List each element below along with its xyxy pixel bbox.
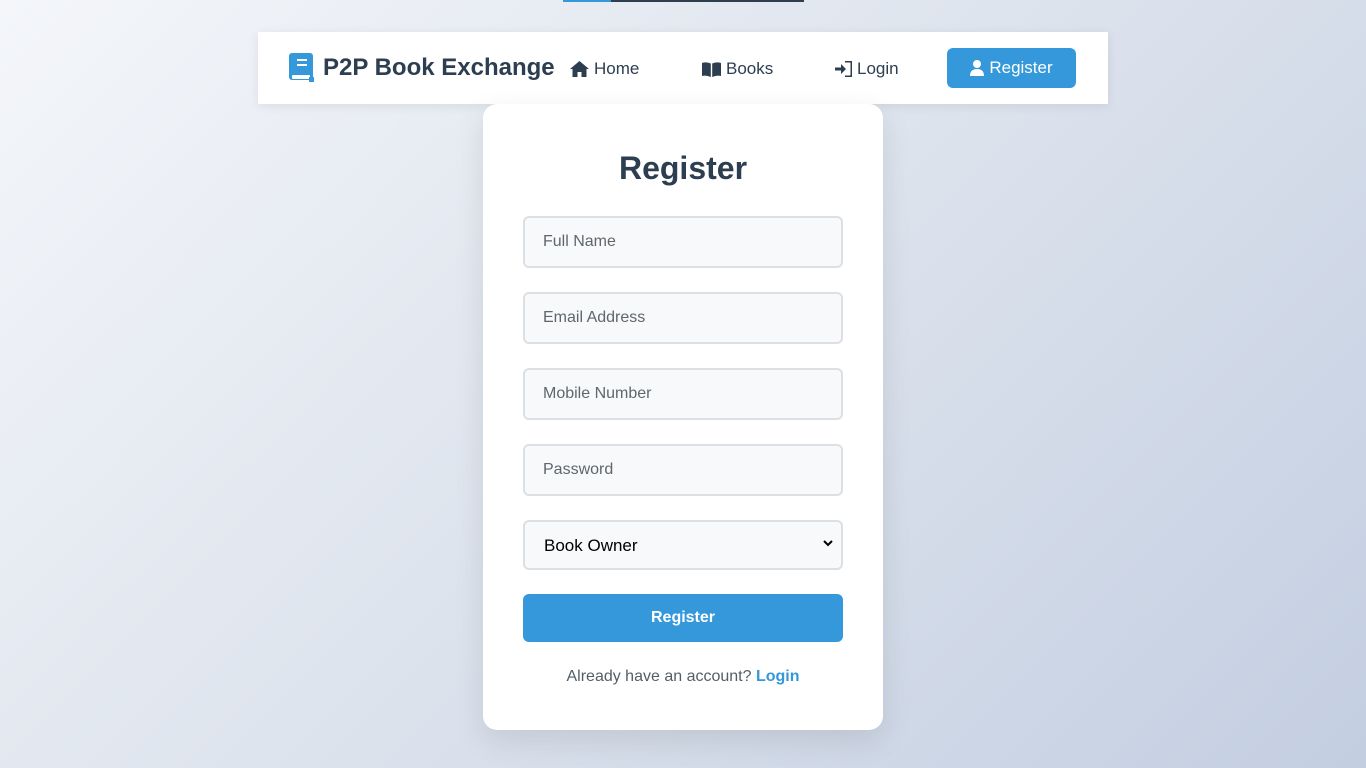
register-card: Register Book Owner Register Already hav… — [483, 104, 883, 730]
nav-books-label: Books — [726, 59, 774, 78]
page-progress-bar — [563, 0, 804, 2]
book-icon — [289, 53, 314, 82]
page-progress-fill — [563, 0, 612, 2]
nav-home-label: Home — [594, 59, 640, 78]
login-prompt: Already have an account? Login — [483, 668, 883, 686]
nav-login-link[interactable]: Login — [835, 58, 899, 80]
navbar: P2P Book Exchange Home Books Login Regis… — [258, 32, 1108, 104]
sign-in-icon — [835, 61, 852, 77]
nav-login-label: Login — [857, 59, 899, 78]
full-name-input[interactable] — [523, 216, 843, 268]
brand-name: P2P Book Exchange — [323, 54, 555, 81]
login-link[interactable]: Login — [756, 668, 800, 685]
register-submit-button[interactable]: Register — [523, 594, 843, 642]
user-icon — [970, 60, 985, 76]
home-icon — [570, 61, 589, 77]
brand[interactable]: P2P Book Exchange — [289, 53, 555, 83]
mobile-number-input[interactable] — [523, 368, 843, 420]
nav-register-button[interactable]: Register — [947, 48, 1076, 88]
login-prompt-text: Already have an account? — [566, 668, 752, 685]
open-book-icon — [702, 61, 721, 77]
nav-register-label: Register — [989, 58, 1053, 77]
chevron-down-icon — [823, 540, 833, 547]
role-select[interactable]: Book Owner — [523, 520, 843, 570]
role-select-value: Book Owner — [544, 536, 638, 555]
email-input[interactable] — [523, 292, 843, 344]
form-title: Register — [618, 150, 748, 186]
nav-home-link[interactable]: Home — [570, 58, 639, 80]
password-input[interactable] — [523, 444, 843, 496]
nav-books-link[interactable]: Books — [702, 58, 773, 80]
